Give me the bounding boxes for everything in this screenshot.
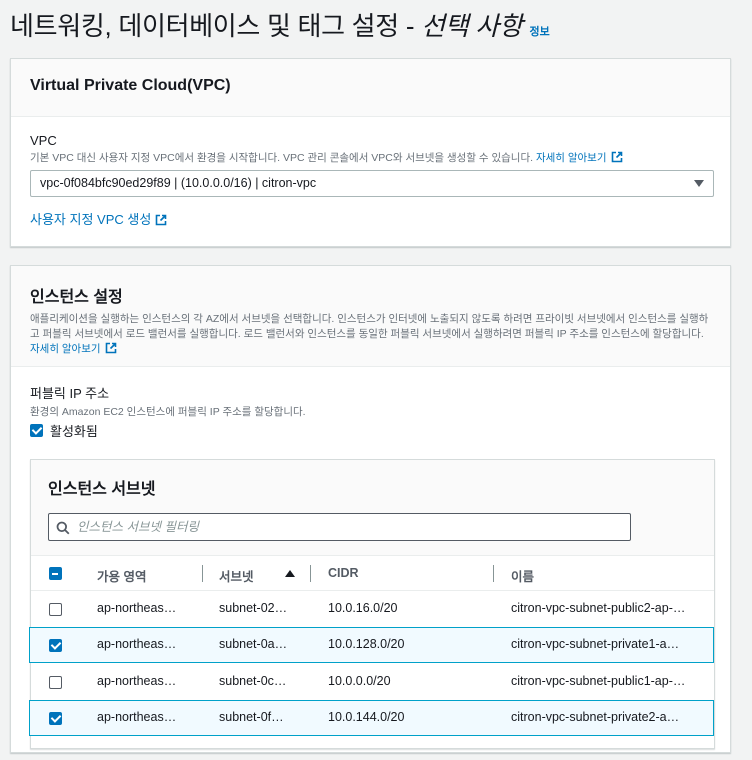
activate-public-ip-toggle[interactable]: 활성화됨 (30, 421, 98, 440)
column-header-subnet[interactable]: 서브넷 (219, 566, 254, 585)
cell-az: ap-northeas… (97, 674, 177, 688)
row-checkbox[interactable] (49, 712, 62, 725)
table-row[interactable]: ap-northeas… subnet-0a… 10.0.128.0/20 ci… (29, 627, 714, 663)
cell-cidr: 10.0.16.0/20 (328, 601, 398, 615)
instance-desc-text: 애플리케이션을 실행하는 인스턴스의 각 AZ에서 서브넷을 선택합니다. 인스… (30, 313, 709, 340)
subnet-filter[interactable] (48, 513, 631, 541)
column-header-name[interactable]: 이름 (511, 566, 534, 585)
activate-checkbox[interactable] (30, 424, 43, 437)
table-header-row: 가용 영역 서브넷 CIDR 이름 (31, 556, 714, 591)
instance-learn-more-label: 자세히 알아보기 (30, 343, 101, 355)
page-title: 네트워킹, 데이터베이스 및 태그 설정 - 선택 사항 (10, 6, 523, 43)
vpc-field-description: 기본 VPC 대신 사용자 지정 VPC에서 환경을 시작합니다. VPC 관리… (30, 150, 720, 165)
vpc-panel-title: Virtual Private Cloud(VPC) (30, 77, 231, 94)
vpc-field-label: VPC (30, 133, 57, 148)
page-header: 네트워킹, 데이터베이스 및 태그 설정 - 선택 사항 정보 (10, 6, 550, 43)
cell-name: citron-vpc-subnet-public2-ap-… (511, 601, 686, 615)
row-checkbox[interactable] (49, 639, 62, 652)
subnet-table-header: 인스턴스 서브넷 (31, 460, 714, 556)
column-header-az[interactable]: 가용 영역 (97, 566, 146, 585)
external-link-icon (105, 342, 116, 354)
create-vpc-label: 사용자 지정 VPC 생성 (30, 212, 152, 227)
cell-az: ap-northeas… (97, 710, 177, 724)
subnet-table-title: 인스턴스 서브넷 (48, 481, 156, 498)
instance-panel-header: 인스턴스 설정 애플리케이션을 실행하는 인스턴스의 각 AZ에서 서브넷을 선… (11, 266, 730, 367)
instance-learn-more-link[interactable]: 자세히 알아보기 (30, 342, 117, 355)
row-checkbox[interactable] (49, 603, 62, 616)
info-link[interactable]: 정보 (530, 23, 550, 39)
vpc-learn-more-link[interactable]: 자세히 알아보기 (535, 151, 623, 164)
create-vpc-link[interactable]: 사용자 지정 VPC 생성 (30, 209, 167, 228)
activate-label: 활성화됨 (50, 424, 98, 439)
instance-panel-description: 애플리케이션을 실행하는 인스턴스의 각 AZ에서 서브넷을 선택합니다. 인스… (30, 312, 711, 357)
instance-subnet-table: 인스턴스 서브넷 가용 영역 서브넷 CIDR 이름 ap-northeas… … (29, 459, 715, 749)
public-ip-field: 퍼블릭 IP 주소 환경의 Amazon EC2 인스턴스에 퍼블릭 IP 주소… (30, 383, 306, 419)
column-resizer[interactable] (310, 565, 311, 582)
cell-name: citron-vpc-subnet-public1-ap-… (511, 674, 686, 688)
vpc-desc-text: 기본 VPC 대신 사용자 지정 VPC에서 환경을 시작합니다. VPC 관리… (30, 152, 536, 164)
external-link-icon (155, 214, 167, 226)
vpc-field: VPC 기본 VPC 대신 사용자 지정 VPC에서 환경을 시작합니다. VP… (30, 133, 720, 165)
table-row[interactable]: ap-northeas… subnet-02… 10.0.16.0/20 cit… (31, 591, 714, 627)
instance-panel-title: 인스턴스 설정 (30, 289, 123, 306)
table-row[interactable]: ap-northeas… subnet-0c… 10.0.0.0/20 citr… (31, 664, 714, 700)
cell-name: citron-vpc-subnet-private2-a… (511, 710, 680, 724)
public-ip-description: 환경의 Amazon EC2 인스턴스에 퍼블릭 IP 주소를 할당합니다. (30, 406, 306, 418)
cell-az: ap-northeas… (97, 637, 177, 651)
column-resizer[interactable] (202, 565, 203, 582)
vpc-panel-header: Virtual Private Cloud(VPC) (11, 59, 730, 117)
vpc-select-value: vpc-0f084bfc90ed29f89 | (10.0.0.0/16) | … (40, 176, 317, 190)
subnet-filter-input[interactable] (77, 517, 617, 537)
cell-cidr: 10.0.128.0/20 (328, 637, 405, 651)
vpc-select[interactable]: vpc-0f084bfc90ed29f89 | (10.0.0.0/16) | … (30, 170, 714, 197)
cell-subnet: subnet-0c… (219, 674, 287, 688)
column-resizer[interactable] (493, 565, 494, 582)
instance-settings-panel: 인스턴스 설정 애플리케이션을 실행하는 인스턴스의 각 AZ에서 서브넷을 선… (10, 265, 731, 753)
cell-az: ap-northeas… (97, 601, 177, 615)
row-checkbox[interactable] (49, 676, 62, 689)
cell-subnet: subnet-0f… (219, 710, 284, 724)
column-header-cidr[interactable]: CIDR (328, 566, 359, 580)
cell-subnet: subnet-02… (219, 601, 288, 615)
vpc-learn-more-label: 자세히 알아보기 (535, 152, 607, 164)
cell-cidr: 10.0.144.0/20 (328, 710, 405, 724)
table-row[interactable]: ap-northeas… subnet-0f… 10.0.144.0/20 ci… (29, 700, 714, 736)
page-title-main: 네트워킹, 데이터베이스 및 태그 설정 - (10, 11, 422, 41)
sort-ascending-icon[interactable] (285, 570, 295, 577)
page-title-optional: 선택 사항 (421, 11, 523, 41)
select-all-checkbox[interactable] (49, 567, 62, 580)
public-ip-label: 퍼블릭 IP 주소 (30, 386, 110, 401)
caret-down-icon (694, 180, 704, 187)
cell-name: citron-vpc-subnet-private1-a… (511, 637, 680, 651)
search-icon (56, 521, 70, 535)
cell-cidr: 10.0.0.0/20 (328, 674, 391, 688)
vpc-panel: Virtual Private Cloud(VPC) VPC 기본 VPC 대신… (10, 58, 731, 247)
cell-subnet: subnet-0a… (219, 637, 288, 651)
external-link-icon (611, 151, 622, 163)
